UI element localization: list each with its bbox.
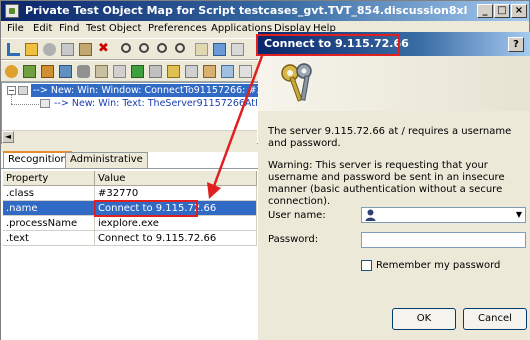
annotation-arrow bbox=[207, 55, 264, 199]
